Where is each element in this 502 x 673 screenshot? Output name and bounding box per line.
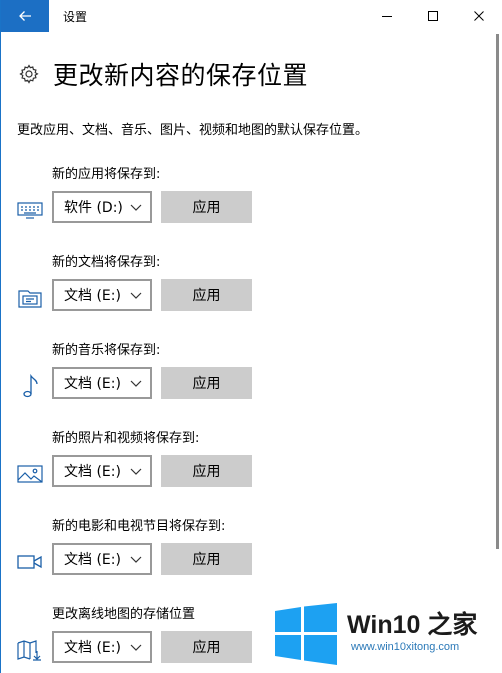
apply-button[interactable]: 应用 xyxy=(161,631,252,663)
chevron-down-icon xyxy=(130,468,142,475)
vertical-scrollbar[interactable] xyxy=(496,34,499,549)
settings-window: 设置 更改新内容的保存位置 更改应用、文档、音乐、图片、视频和地图的默认保存位置… xyxy=(0,0,502,673)
chevron-down-icon xyxy=(130,644,142,651)
maximize-icon xyxy=(428,11,438,21)
map-download-icon xyxy=(15,635,45,665)
music-drive-select[interactable]: 文档 (E:) xyxy=(52,367,152,399)
watermark-url: www.win10xitong.com xyxy=(351,641,460,653)
page-title: 更改新内容的保存位置 xyxy=(53,61,309,90)
close-button[interactable] xyxy=(456,0,502,32)
picture-icon xyxy=(15,459,45,489)
maps-drive-select[interactable]: 文档 (E:) xyxy=(52,631,152,663)
section-label: 新的文档将保存到: xyxy=(52,255,161,270)
window-title: 设置 xyxy=(63,10,88,24)
select-value: 文档 (E:) xyxy=(64,552,121,568)
apply-button[interactable]: 应用 xyxy=(161,367,252,399)
back-button[interactable] xyxy=(1,0,49,32)
documents-drive-select[interactable]: 文档 (E:) xyxy=(52,279,152,311)
close-icon xyxy=(474,11,484,21)
watermark-name: Win10 之家 xyxy=(347,611,478,639)
gear-icon xyxy=(17,62,41,86)
title-bar: 设置 xyxy=(1,0,502,32)
section-movies: 新的电影和电视节目将保存到: 文档 (E:) 应用 xyxy=(1,515,502,595)
section-music: 新的音乐将保存到: 文档 (E:) 应用 xyxy=(1,339,502,419)
page-description: 更改应用、文档、音乐、图片、视频和地图的默认保存位置。 xyxy=(17,123,369,138)
minimize-button[interactable] xyxy=(364,0,410,32)
photos-drive-select[interactable]: 文档 (E:) xyxy=(52,455,152,487)
document-drive-icon xyxy=(15,283,45,313)
select-value: 文档 (E:) xyxy=(64,464,121,480)
chevron-down-icon xyxy=(130,292,142,299)
apply-button[interactable]: 应用 xyxy=(161,279,252,311)
section-label: 更改离线地图的存储位置 xyxy=(52,607,196,622)
windows-logo xyxy=(275,603,337,665)
section-photos: 新的照片和视频将保存到: 文档 (E:) 应用 xyxy=(1,427,502,507)
section-label: 新的电影和电视节目将保存到: xyxy=(52,519,226,534)
apps-drive-select[interactable]: 软件 (D:) xyxy=(52,191,152,223)
page-header: 更改新内容的保存位置 xyxy=(17,56,308,92)
section-label: 新的应用将保存到: xyxy=(52,167,161,182)
section-apps: 新的应用将保存到: 软件 (D:) 应用 xyxy=(1,163,502,243)
section-documents: 新的文档将保存到: 文档 (E:) 应用 xyxy=(1,251,502,331)
select-value: 文档 (E:) xyxy=(64,640,121,656)
apply-button[interactable]: 应用 xyxy=(161,543,252,575)
select-value: 文档 (E:) xyxy=(64,288,121,304)
minimize-icon xyxy=(382,16,392,17)
video-camera-icon xyxy=(15,547,45,577)
chevron-down-icon xyxy=(130,380,142,387)
select-value: 文档 (E:) xyxy=(64,376,121,392)
apply-button[interactable]: 应用 xyxy=(161,191,252,223)
monitor-keyboard-icon xyxy=(15,195,45,225)
watermark: Win10 之家 www.win10xitong.com xyxy=(271,601,502,673)
select-value: 软件 (D:) xyxy=(64,200,123,216)
section-label: 新的音乐将保存到: xyxy=(52,343,161,358)
chevron-down-icon xyxy=(130,204,142,211)
back-arrow-icon xyxy=(19,11,31,21)
maximize-button[interactable] xyxy=(410,0,456,32)
music-note-icon xyxy=(15,371,45,401)
movies-drive-select[interactable]: 文档 (E:) xyxy=(52,543,152,575)
apply-button[interactable]: 应用 xyxy=(161,455,252,487)
section-label: 新的照片和视频将保存到: xyxy=(52,431,200,446)
chevron-down-icon xyxy=(130,556,142,563)
